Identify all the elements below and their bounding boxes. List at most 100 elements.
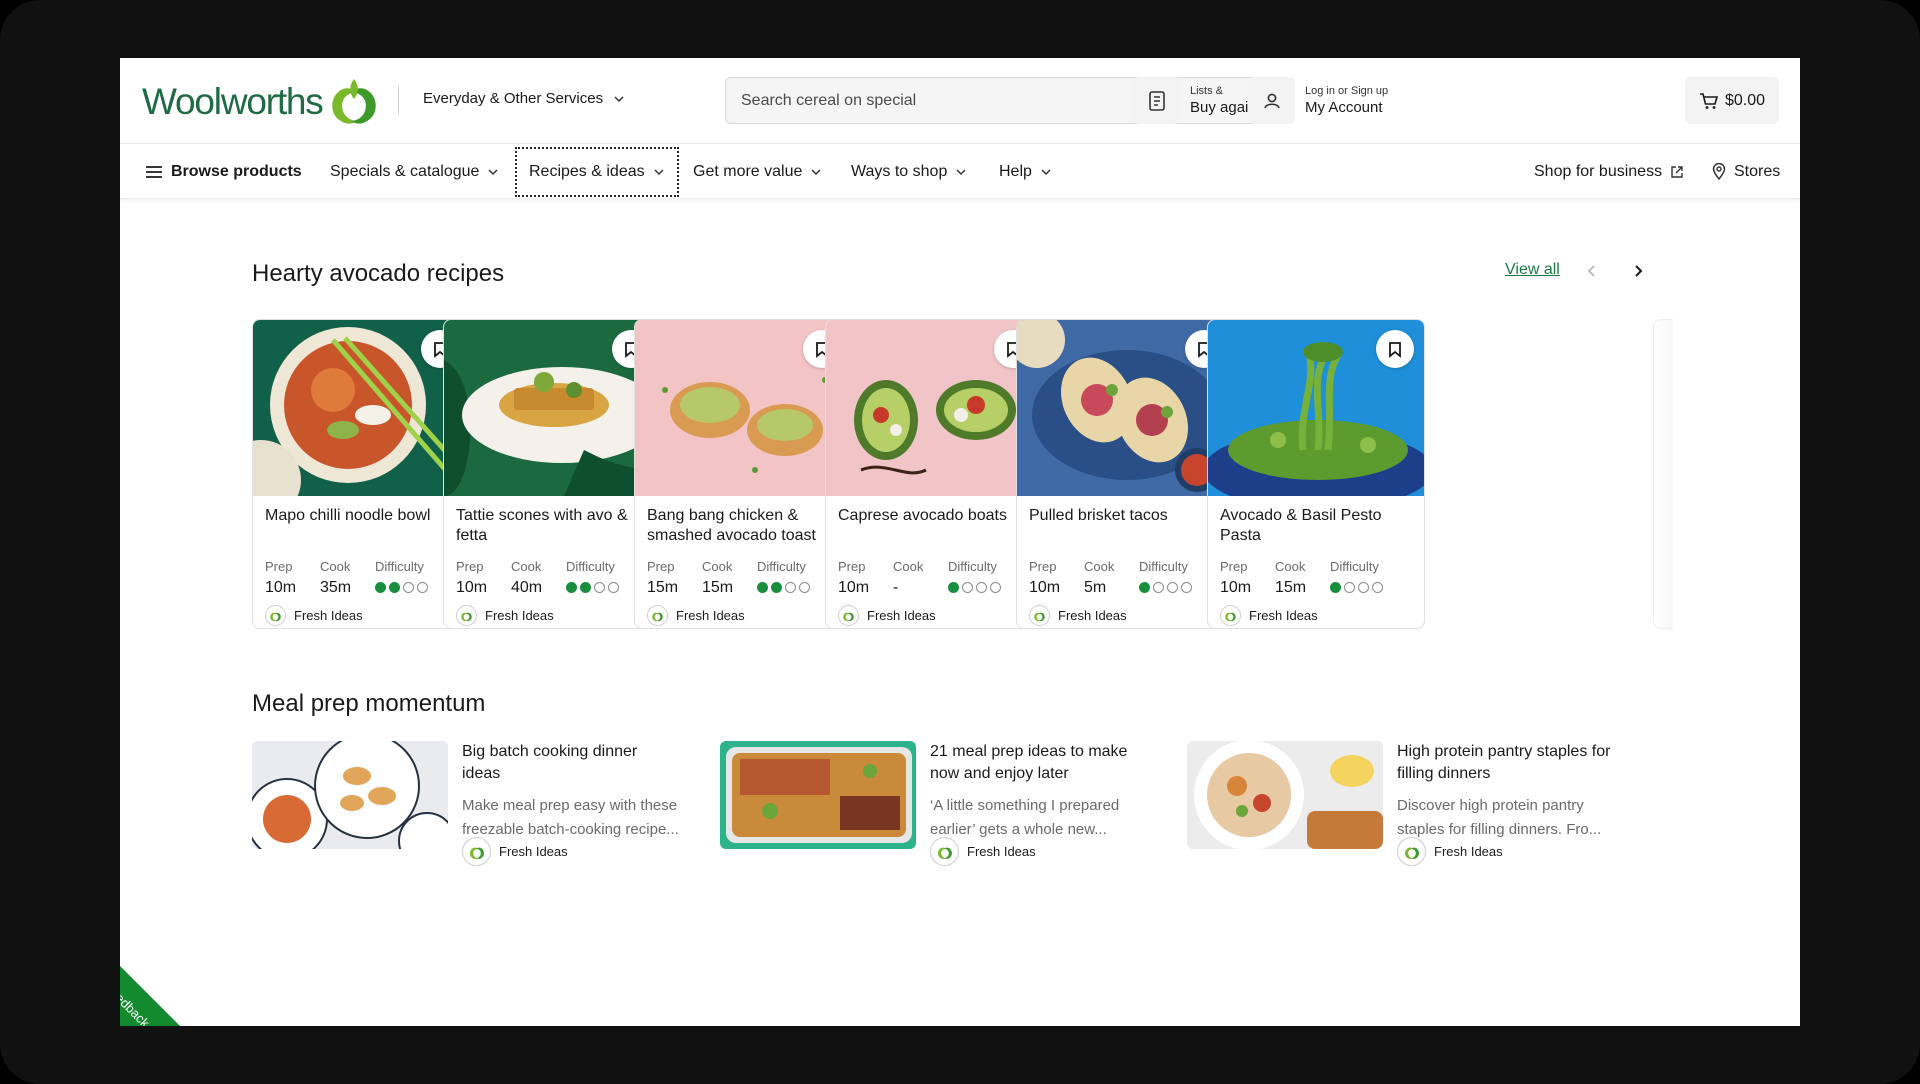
nav-label: Get more value <box>693 162 803 180</box>
external-link-icon <box>1671 165 1683 178</box>
shop-for-business-link[interactable]: Shop for business <box>1534 144 1684 199</box>
carousel-prev-button[interactable] <box>1579 258 1605 284</box>
view-all-link[interactable]: View all <box>1505 261 1560 279</box>
difficulty-label: Difficulty <box>1330 559 1379 574</box>
difficulty-dot <box>990 582 1001 593</box>
lists-buy-again-button[interactable]: Lists & Buy again <box>1133 77 1257 124</box>
article-image <box>1187 741 1383 849</box>
prep-label: Prep <box>265 559 293 574</box>
recipe-card[interactable]: Mapo chilli noodle bowl Prep Cook Diffic… <box>252 319 470 629</box>
list-icon <box>1148 90 1165 111</box>
article-source: Fresh Ideas <box>1397 837 1503 866</box>
recipe-card[interactable]: Pulled brisket tacos Prep Cook Difficult… <box>1016 319 1234 629</box>
nav-get-more-value[interactable]: Get more value <box>693 144 822 199</box>
difficulty-dot <box>1153 582 1164 593</box>
difficulty-dot <box>771 582 782 593</box>
fresh-ideas-logo-icon <box>1220 605 1241 626</box>
nav-ways-to-shop[interactable]: Ways to shop <box>851 144 967 199</box>
nav-label: Specials & catalogue <box>330 162 480 180</box>
article-source-label: Fresh Ideas <box>1434 844 1503 859</box>
article-title: Big batch cooking dinner ideas <box>462 743 638 782</box>
prep-label: Prep <box>838 559 866 574</box>
article-image <box>720 741 916 849</box>
save-recipe-button[interactable] <box>1376 330 1414 368</box>
difficulty-dot <box>1358 582 1369 593</box>
difficulty-rating <box>948 582 1001 593</box>
recipe-source-label: Fresh Ideas <box>676 608 745 623</box>
difficulty-dot <box>417 582 428 593</box>
account-big-label: My Account <box>1305 98 1383 116</box>
difficulty-rating <box>566 582 619 593</box>
recipe-card[interactable]: Caprese avocado boats Prep Cook Difficul… <box>825 319 1043 629</box>
lists-big-label: Buy again <box>1190 98 1257 116</box>
prep-time: 10m <box>265 579 297 596</box>
cook-label: Cook <box>1084 559 1115 574</box>
recipe-source-label: Fresh Ideas <box>1249 608 1318 623</box>
nav-recipes-ideas[interactable]: Recipes & ideas <box>515 147 679 197</box>
woolworths-logo[interactable]: Woolworths <box>142 74 381 130</box>
difficulty-dot <box>948 582 959 593</box>
cook-label: Cook <box>511 559 542 574</box>
recipe-source: Fresh Ideas <box>1220 605 1318 626</box>
account-small-label: Log in or Sign up <box>1305 84 1389 97</box>
difficulty-dot <box>580 582 591 593</box>
difficulty-dot <box>1330 582 1341 593</box>
carousel-next-button[interactable] <box>1625 258 1651 284</box>
stores-link[interactable]: Stores <box>1712 144 1780 199</box>
fresh-ideas-logo-icon <box>838 605 859 626</box>
difficulty-dot <box>1181 582 1192 593</box>
account-icon-tile <box>1248 77 1295 124</box>
shop-for-business-label: Shop for business <box>1534 162 1663 180</box>
difficulty-dot <box>389 582 400 593</box>
recipe-source: Fresh Ideas <box>265 605 363 626</box>
chevron-down-icon <box>1041 168 1051 175</box>
user-icon <box>1263 93 1280 108</box>
difficulty-rating <box>1139 582 1192 593</box>
difficulty-rating <box>757 582 810 593</box>
difficulty-dot <box>799 582 810 593</box>
browse-products-button[interactable]: Browse products <box>145 144 302 199</box>
main-nav: Browse products Specials & catalogue Rec… <box>120 144 1800 199</box>
prep-label: Prep <box>1220 559 1248 574</box>
recipe-source-label: Fresh Ideas <box>1058 608 1127 623</box>
fresh-ideas-logo-icon <box>1397 837 1426 866</box>
recipe-card[interactable]: Tattie scones with avo & fetta Prep Cook… <box>443 319 661 629</box>
difficulty-dot <box>1344 582 1355 593</box>
feedback-tab[interactable]: Feedback <box>120 936 197 1026</box>
section-title-meal-prep: Meal prep momentum <box>252 690 486 717</box>
fresh-ideas-logo-icon <box>1029 605 1050 626</box>
article-description: ‘A little something I prepared earlier’ … <box>930 797 1120 838</box>
difficulty-rating <box>1330 582 1383 593</box>
article-card[interactable]: Big batch cooking dinner ideas Make meal… <box>252 741 692 871</box>
nav-help[interactable]: Help <box>999 144 1052 199</box>
recipe-title: Avocado & Basil Pesto Pasta <box>1220 507 1382 544</box>
cart-button[interactable]: $0.00 <box>1685 77 1779 124</box>
prep-label: Prep <box>1029 559 1057 574</box>
fresh-ideas-logo-icon <box>462 837 491 866</box>
recipe-source: Fresh Ideas <box>838 605 936 626</box>
recipe-title: Bang bang chicken & smashed avocado toas… <box>647 507 816 544</box>
account-button[interactable]: Log in or Sign up My Account <box>1248 77 1388 124</box>
list-icon-tile <box>1133 77 1180 124</box>
cart-total: $0.00 <box>1724 91 1766 109</box>
fresh-ideas-logo-icon <box>265 605 286 626</box>
recipe-card[interactable]: Avocado & Basil Pesto Pasta Prep Cook Di… <box>1207 319 1425 629</box>
nav-specials-catalogue[interactable]: Specials & catalogue <box>330 144 499 199</box>
browse-products-label: Browse products <box>171 162 302 180</box>
recipe-title: Caprese avocado boats <box>838 507 1007 524</box>
fresh-ideas-logo-icon <box>647 605 668 626</box>
recipe-card[interactable]: Bang bang chicken & smashed avocado toas… <box>634 319 852 629</box>
chevron-left-icon <box>1587 265 1595 277</box>
services-dropdown[interactable]: Everyday & Other Services <box>423 90 625 107</box>
chevron-down-icon <box>654 169 664 176</box>
bookmark-icon <box>1389 341 1401 358</box>
prep-label: Prep <box>456 559 484 574</box>
device-frame: Woolworths Everyday & Other Services Sea… <box>0 0 1920 1084</box>
logo-wordmark: Woolworths <box>142 81 324 122</box>
stores-label: Stores <box>1734 162 1781 180</box>
article-card[interactable]: 21 meal prep ideas to make now and enjoy… <box>720 741 1160 871</box>
article-card[interactable]: High protein pantry staples for filling … <box>1187 741 1627 871</box>
location-pin-icon <box>1712 163 1726 180</box>
fresh-ideas-logo-icon <box>456 605 477 626</box>
cook-label: Cook <box>1275 559 1306 574</box>
